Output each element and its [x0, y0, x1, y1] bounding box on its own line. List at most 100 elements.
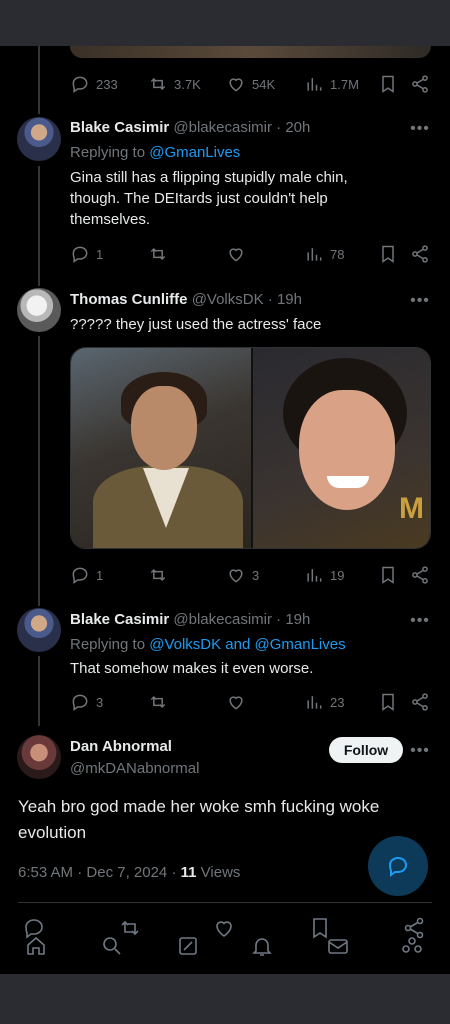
heart-icon [229, 248, 243, 262]
thread-line [38, 336, 40, 606]
avatar[interactable] [17, 288, 61, 332]
share-icon [412, 245, 428, 263]
tweet-header: Dan Abnormal [70, 738, 172, 755]
share-button[interactable] [410, 72, 430, 96]
share-button[interactable] [410, 242, 430, 266]
like-button[interactable]: 54K [226, 72, 275, 96]
tweet-actions: 3 23 [70, 690, 432, 714]
like-button[interactable]: 3 [226, 563, 259, 587]
avatar[interactable] [17, 117, 61, 161]
author-name[interactable]: Blake Casimir [70, 119, 169, 136]
bookmark-button[interactable] [378, 690, 398, 714]
media-watermark: M [399, 492, 424, 525]
tweet-media[interactable]: M [70, 347, 431, 549]
avatar[interactable] [17, 608, 61, 652]
tweet-header: Thomas Cunliffe @VolksDK · 19h [70, 291, 302, 308]
tweet-text: That somehow makes it even worse. [70, 660, 314, 677]
tweet-header: Blake Casimir @blakecasimir · 20h [70, 119, 310, 136]
tweet-date: Dec 7, 2024 [86, 864, 168, 881]
grok-icon[interactable] [176, 934, 200, 958]
heart-icon [229, 696, 243, 710]
reply-button[interactable]: 233 [70, 72, 118, 96]
author-name[interactable]: Thomas Cunliffe [70, 291, 188, 308]
author-name[interactable]: Dan Abnormal [70, 738, 172, 755]
reply-button[interactable]: 1 [70, 242, 103, 266]
repost-icon [150, 695, 166, 709]
separator-dot: · [276, 611, 282, 628]
notifications-icon[interactable] [250, 934, 274, 958]
views-icon [307, 696, 322, 709]
more-icon[interactable]: ••• [410, 742, 430, 759]
replying-prefix: Replying to [70, 144, 150, 161]
media-image-actress[interactable]: M [250, 348, 430, 548]
tweet-time[interactable]: 20h [285, 119, 310, 136]
author-handle[interactable]: @mkDANabnormal [70, 760, 199, 777]
figure-face [298, 390, 395, 510]
separator-dot: · [171, 864, 177, 881]
repost-button[interactable]: 3.7K [148, 72, 201, 96]
author-name[interactable]: Blake Casimir [70, 611, 169, 628]
separator-dot: · [77, 864, 83, 881]
bookmark-icon [382, 75, 394, 93]
more-icon[interactable]: ••• [410, 292, 430, 309]
figure-smile [326, 476, 369, 488]
replying-to: Replying to @VolksDK and @GmanLives [70, 636, 346, 653]
bookmark-button[interactable] [378, 563, 398, 587]
repost-icon [150, 568, 166, 582]
views-button[interactable]: 1.7M [304, 72, 359, 96]
views-button[interactable]: 23 [304, 690, 344, 714]
divider [18, 902, 432, 903]
figure-face [131, 386, 197, 470]
media-image-character[interactable] [71, 348, 251, 548]
share-button[interactable] [410, 690, 430, 714]
author-handle[interactable]: @blakecasimir [173, 119, 272, 136]
more-icon[interactable]: ••• [410, 120, 430, 137]
follow-button[interactable]: Follow [329, 737, 403, 763]
thread-line [38, 46, 40, 114]
views-label: Views [200, 864, 241, 881]
tweet-time[interactable]: 19h [285, 611, 310, 628]
mention-link[interactable]: @GmanLives [149, 144, 240, 161]
reply-button[interactable]: 1 [70, 563, 103, 587]
views-button[interactable]: 19 [304, 563, 344, 587]
reply-icon [72, 567, 88, 584]
views-icon [307, 78, 322, 91]
compose-icon [388, 856, 408, 877]
previous-tweet-media[interactable] [70, 46, 431, 58]
views-button[interactable]: 78 [304, 242, 344, 266]
main-tweet-text: Yeah bro god made her woke smh fucking w… [18, 797, 380, 842]
repost-button[interactable] [148, 242, 168, 266]
like-count: 3 [252, 567, 260, 583]
reply-icon [72, 694, 88, 711]
bookmark-icon [382, 245, 394, 263]
like-button[interactable] [226, 690, 246, 714]
bookmark-button[interactable] [378, 242, 398, 266]
share-button[interactable] [410, 563, 430, 587]
repost-button[interactable] [148, 690, 168, 714]
system-top-bar [0, 0, 450, 46]
mention-link[interactable]: @VolksDK and @GmanLives [149, 636, 345, 653]
tweet-time[interactable]: 19h [277, 291, 302, 308]
author-handle[interactable]: @VolksDK [192, 291, 264, 308]
author-handle[interactable]: @blakecasimir [173, 611, 272, 628]
home-icon[interactable] [24, 934, 48, 958]
thread-line [38, 166, 40, 286]
communities-icon[interactable] [400, 934, 424, 958]
messages-icon[interactable] [326, 934, 350, 958]
compose-reply-button[interactable] [368, 836, 428, 896]
app: 233 3.7K 54K 1.7M Blake Casimir @blakeca… [0, 0, 450, 1024]
reply-button[interactable]: 3 [70, 690, 103, 714]
tweet-header: Blake Casimir @blakecasimir · 19h [70, 611, 310, 628]
tweet-thread-screen[interactable]: 233 3.7K 54K 1.7M Blake Casimir @blakeca… [0, 46, 450, 974]
bookmark-icon [382, 566, 394, 584]
search-icon[interactable] [100, 934, 124, 958]
repost-button[interactable] [148, 563, 168, 587]
like-button[interactable] [226, 242, 246, 266]
bookmark-button[interactable] [378, 72, 398, 96]
avatar[interactable] [17, 735, 61, 779]
views-icon [307, 569, 322, 582]
heart-icon [229, 569, 243, 583]
reply-count: 233 [96, 76, 118, 92]
reply-icon [72, 246, 88, 263]
more-icon[interactable]: ••• [410, 612, 430, 629]
